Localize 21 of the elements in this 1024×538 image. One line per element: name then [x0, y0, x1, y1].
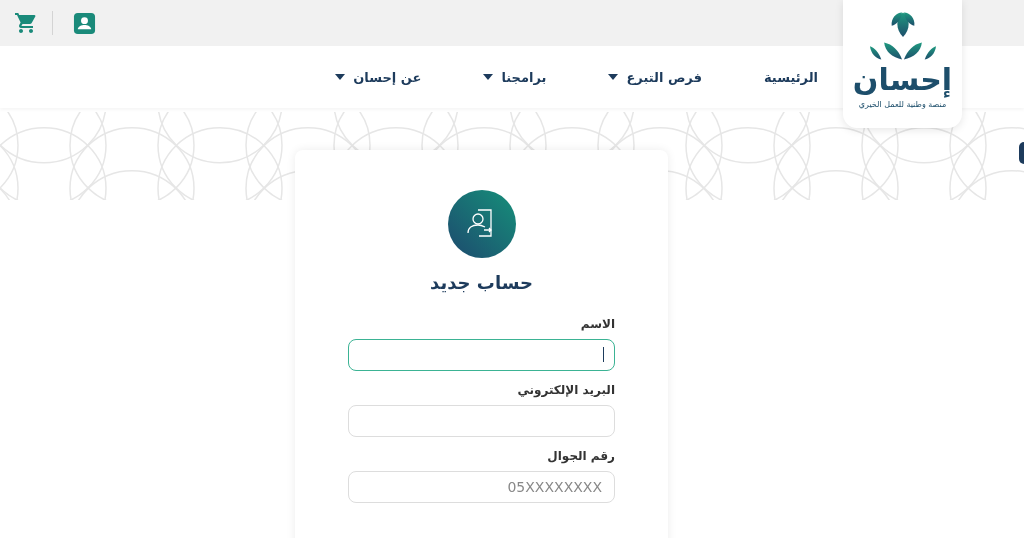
form-title: حساب جديد: [430, 272, 533, 293]
nav-link[interactable]: الرئيسية: [763, 69, 818, 85]
leaves-logo-icon: [869, 10, 936, 62]
input-field[interactable]: [348, 339, 615, 371]
field-label: البريد الإلكتروني: [517, 383, 615, 397]
side-handle[interactable]: [1019, 142, 1024, 164]
caret-icon[interactable]: [483, 74, 494, 80]
logo-card[interactable]: إحسان منصة وطنية للعمل الخيري: [843, 0, 962, 128]
cart-icon[interactable]: [14, 11, 38, 35]
text-cursor: [603, 347, 604, 362]
logo-tagline: منصة وطنية للعمل الخيري: [858, 100, 947, 109]
caret-icon[interactable]: [335, 74, 346, 80]
nav-link[interactable]: فرص التبرع: [626, 69, 702, 85]
logo-name: إحسان: [852, 62, 953, 98]
nav-link[interactable]: برامجنا: [501, 69, 547, 85]
profile-icon[interactable]: [73, 11, 96, 35]
field-label: رقم الجوال: [547, 449, 615, 463]
field-label: الاسم: [580, 317, 615, 331]
caret-icon[interactable]: [608, 74, 619, 80]
nav-link[interactable]: عن إحسان: [353, 69, 422, 85]
user-signup-icon: [447, 190, 516, 258]
